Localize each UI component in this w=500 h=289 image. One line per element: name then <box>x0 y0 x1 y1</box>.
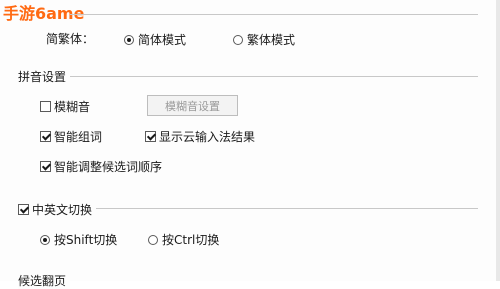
checkbox-smart-order-label: 智能调整候选词顺序 <box>54 160 163 174</box>
checkbox-cloud-result[interactable]: 显示云输入法结果 <box>145 128 255 145</box>
checkbox-cloud-result-box[interactable] <box>145 131 156 142</box>
radio-traditional[interactable]: 繁体模式 <box>233 31 295 48</box>
radio-simplified[interactable]: 简体模式 <box>124 31 186 48</box>
window-right-edge <box>496 0 500 281</box>
checkbox-smart-order[interactable]: 智能调整候选词顺序 <box>40 158 162 175</box>
checkbox-smart-phrase[interactable]: 智能组词 <box>40 128 102 145</box>
radio-traditional-label: 繁体模式 <box>247 33 296 47</box>
checkbox-smart-phrase-label: 智能组词 <box>54 130 103 144</box>
checkbox-fuzzy[interactable]: 模糊音 <box>40 98 90 115</box>
checkbox-fuzzy-label: 模糊音 <box>54 100 91 114</box>
radio-shift-switch[interactable]: 按Shift切换 <box>40 231 117 248</box>
radio-shift-switch-label: 按Shift切换 <box>54 233 118 247</box>
radio-traditional-dot[interactable] <box>233 34 243 45</box>
pinyin-settings-title: 拼音设置 <box>18 68 71 85</box>
watermark-logo: 手游6ame <box>3 4 85 23</box>
top-divider <box>70 14 478 15</box>
checkbox-cn-en-switch-box[interactable] <box>18 204 29 215</box>
settings-panel: 手游6ame 简繁体： 简体模式 繁体模式 拼音设置 模糊音 模糊音设置 智能组… <box>0 0 500 289</box>
radio-simplified-dot[interactable] <box>124 34 134 45</box>
checkbox-cloud-result-label: 显示云输入法结果 <box>159 130 256 144</box>
cn-en-switch-title: 中英文切换 <box>32 203 93 217</box>
fuzzy-settings-button[interactable]: 模糊音设置 <box>147 95 238 116</box>
radio-ctrl-switch[interactable]: 按Ctrl切换 <box>148 231 219 248</box>
checkbox-smart-order-box[interactable] <box>40 161 51 172</box>
radio-ctrl-switch-dot[interactable] <box>148 234 158 245</box>
radio-simplified-label: 简体模式 <box>138 33 187 47</box>
checkbox-cn-en-switch[interactable]: 中英文切换 <box>18 201 97 218</box>
radio-ctrl-switch-label: 按Ctrl切换 <box>162 233 220 247</box>
script-mode-label: 简繁体： <box>46 32 95 46</box>
checkbox-fuzzy-box[interactable] <box>40 101 51 112</box>
radio-shift-switch-dot[interactable] <box>40 234 50 245</box>
pinyin-divider <box>18 76 478 77</box>
checkbox-smart-phrase-box[interactable] <box>40 131 51 142</box>
